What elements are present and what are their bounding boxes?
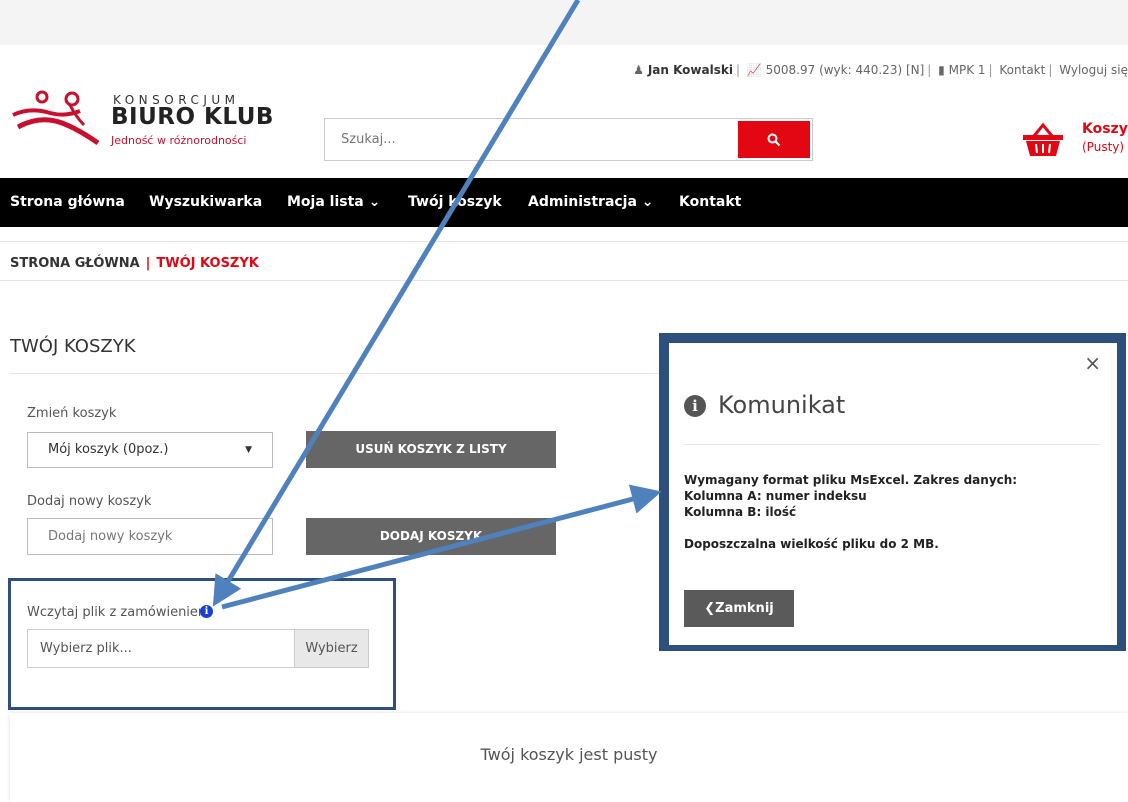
change-cart-label: Zmień koszyk (27, 406, 117, 421)
user-name[interactable]: Jan Kowalski (648, 63, 733, 77)
logout-link[interactable]: Wyloguj się (1059, 63, 1128, 77)
mpk-link[interactable]: MPK 1 (949, 63, 986, 77)
nav-item-contact[interactable]: Kontakt (679, 178, 741, 227)
chevron-left-icon: ❮ (704, 601, 716, 616)
cart-select[interactable]: Mój koszyk (0poz.) ▼ (27, 432, 273, 468)
breadcrumb-home[interactable]: STRONA GŁÓWNA (10, 256, 140, 271)
cart-title: Koszyk (1082, 121, 1128, 137)
remove-cart-button[interactable]: USUŃ KOSZYK Z LISTY (306, 431, 556, 468)
search-input[interactable] (325, 119, 735, 160)
search-bar (324, 118, 813, 161)
page-title: TWÓJ KOSZYK (10, 336, 136, 357)
logo-line2: BIURO KLUB (111, 104, 274, 130)
annotation-highlight-box (8, 578, 396, 710)
top-band (0, 0, 1128, 45)
user-icon: ♟ (633, 63, 644, 77)
search-icon (767, 133, 781, 146)
new-cart-input[interactable]: Dodaj nowy koszyk (27, 518, 273, 555)
add-cart-button[interactable]: DODAJ KOSZYK (306, 518, 556, 555)
chart-icon: 📈 (746, 63, 762, 77)
add-cart-label: Dodaj nowy koszyk (27, 494, 152, 509)
nav-item-home[interactable]: Strona główna (10, 178, 125, 227)
breadcrumb-current: TWÓJ KOSZYK (156, 256, 259, 271)
user-bar: ♟ Jan Kowalski | 📈 5008.97 (wyk: 440.23) … (633, 63, 1128, 77)
main-nav: Strona główna Wyszukiwarka Moja lista ⌄ … (0, 178, 1128, 227)
empty-cart-panel: Twój koszyk jest pusty (10, 713, 1128, 802)
nav-item-cart[interactable]: Twój koszyk (408, 178, 502, 227)
modal-text-line: Doposzczalna wielkość pliku do 2 MB. (684, 537, 939, 551)
divider (0, 241, 1128, 242)
cart-status: (Pusty) (1082, 140, 1125, 154)
search-button[interactable] (738, 121, 810, 158)
modal-close-button[interactable]: ❮Zamknij (684, 590, 794, 627)
modal-text-line: Kolumna B: ilość (684, 505, 797, 519)
contact-link[interactable]: Kontakt (999, 63, 1045, 77)
logo-tagline: Jedność w różnorodności (111, 134, 247, 147)
modal-text-line: Wymagany format pliku MsExcel. Zakres da… (684, 473, 1018, 487)
modal-title: i Komunikat (684, 391, 845, 419)
dropdown-arrow-icon: ▼ (245, 445, 252, 455)
nav-item-admin[interactable]: Administracja ⌄ (528, 178, 654, 227)
info-modal: × i Komunikat Wymagany format pliku MsExc… (669, 343, 1117, 645)
breadcrumb-separator: | (145, 256, 151, 271)
cart-select-value: Mój koszyk (0poz.) (48, 442, 169, 457)
breadcrumb: STRONA GŁÓWNA | TWÓJ KOSZYK (10, 256, 259, 271)
logo-emblem-icon (12, 90, 100, 146)
logo[interactable]: KONSORCJUM BIURO KLUB Jedność w różnorod… (10, 85, 280, 155)
modal-body: Wymagany format pliku MsExcel. Zakres da… (684, 472, 1017, 552)
book-icon: ▮ (938, 63, 945, 77)
modal-text-line: Kolumna A: numer indeksu (684, 489, 867, 503)
basket-icon (1023, 122, 1063, 156)
balance-text: 5008.97 (wyk: 440.23) [N] (765, 63, 925, 77)
nav-item-search[interactable]: Wyszukiwarka (149, 178, 262, 227)
empty-cart-message: Twój koszyk jest pusty (480, 745, 658, 764)
divider (684, 444, 1100, 445)
divider (0, 280, 1128, 281)
info-icon: i (684, 395, 706, 417)
nav-item-my-list[interactable]: Moja lista ⌄ (287, 178, 380, 227)
divider (10, 373, 660, 374)
close-icon[interactable]: × (1084, 351, 1101, 375)
